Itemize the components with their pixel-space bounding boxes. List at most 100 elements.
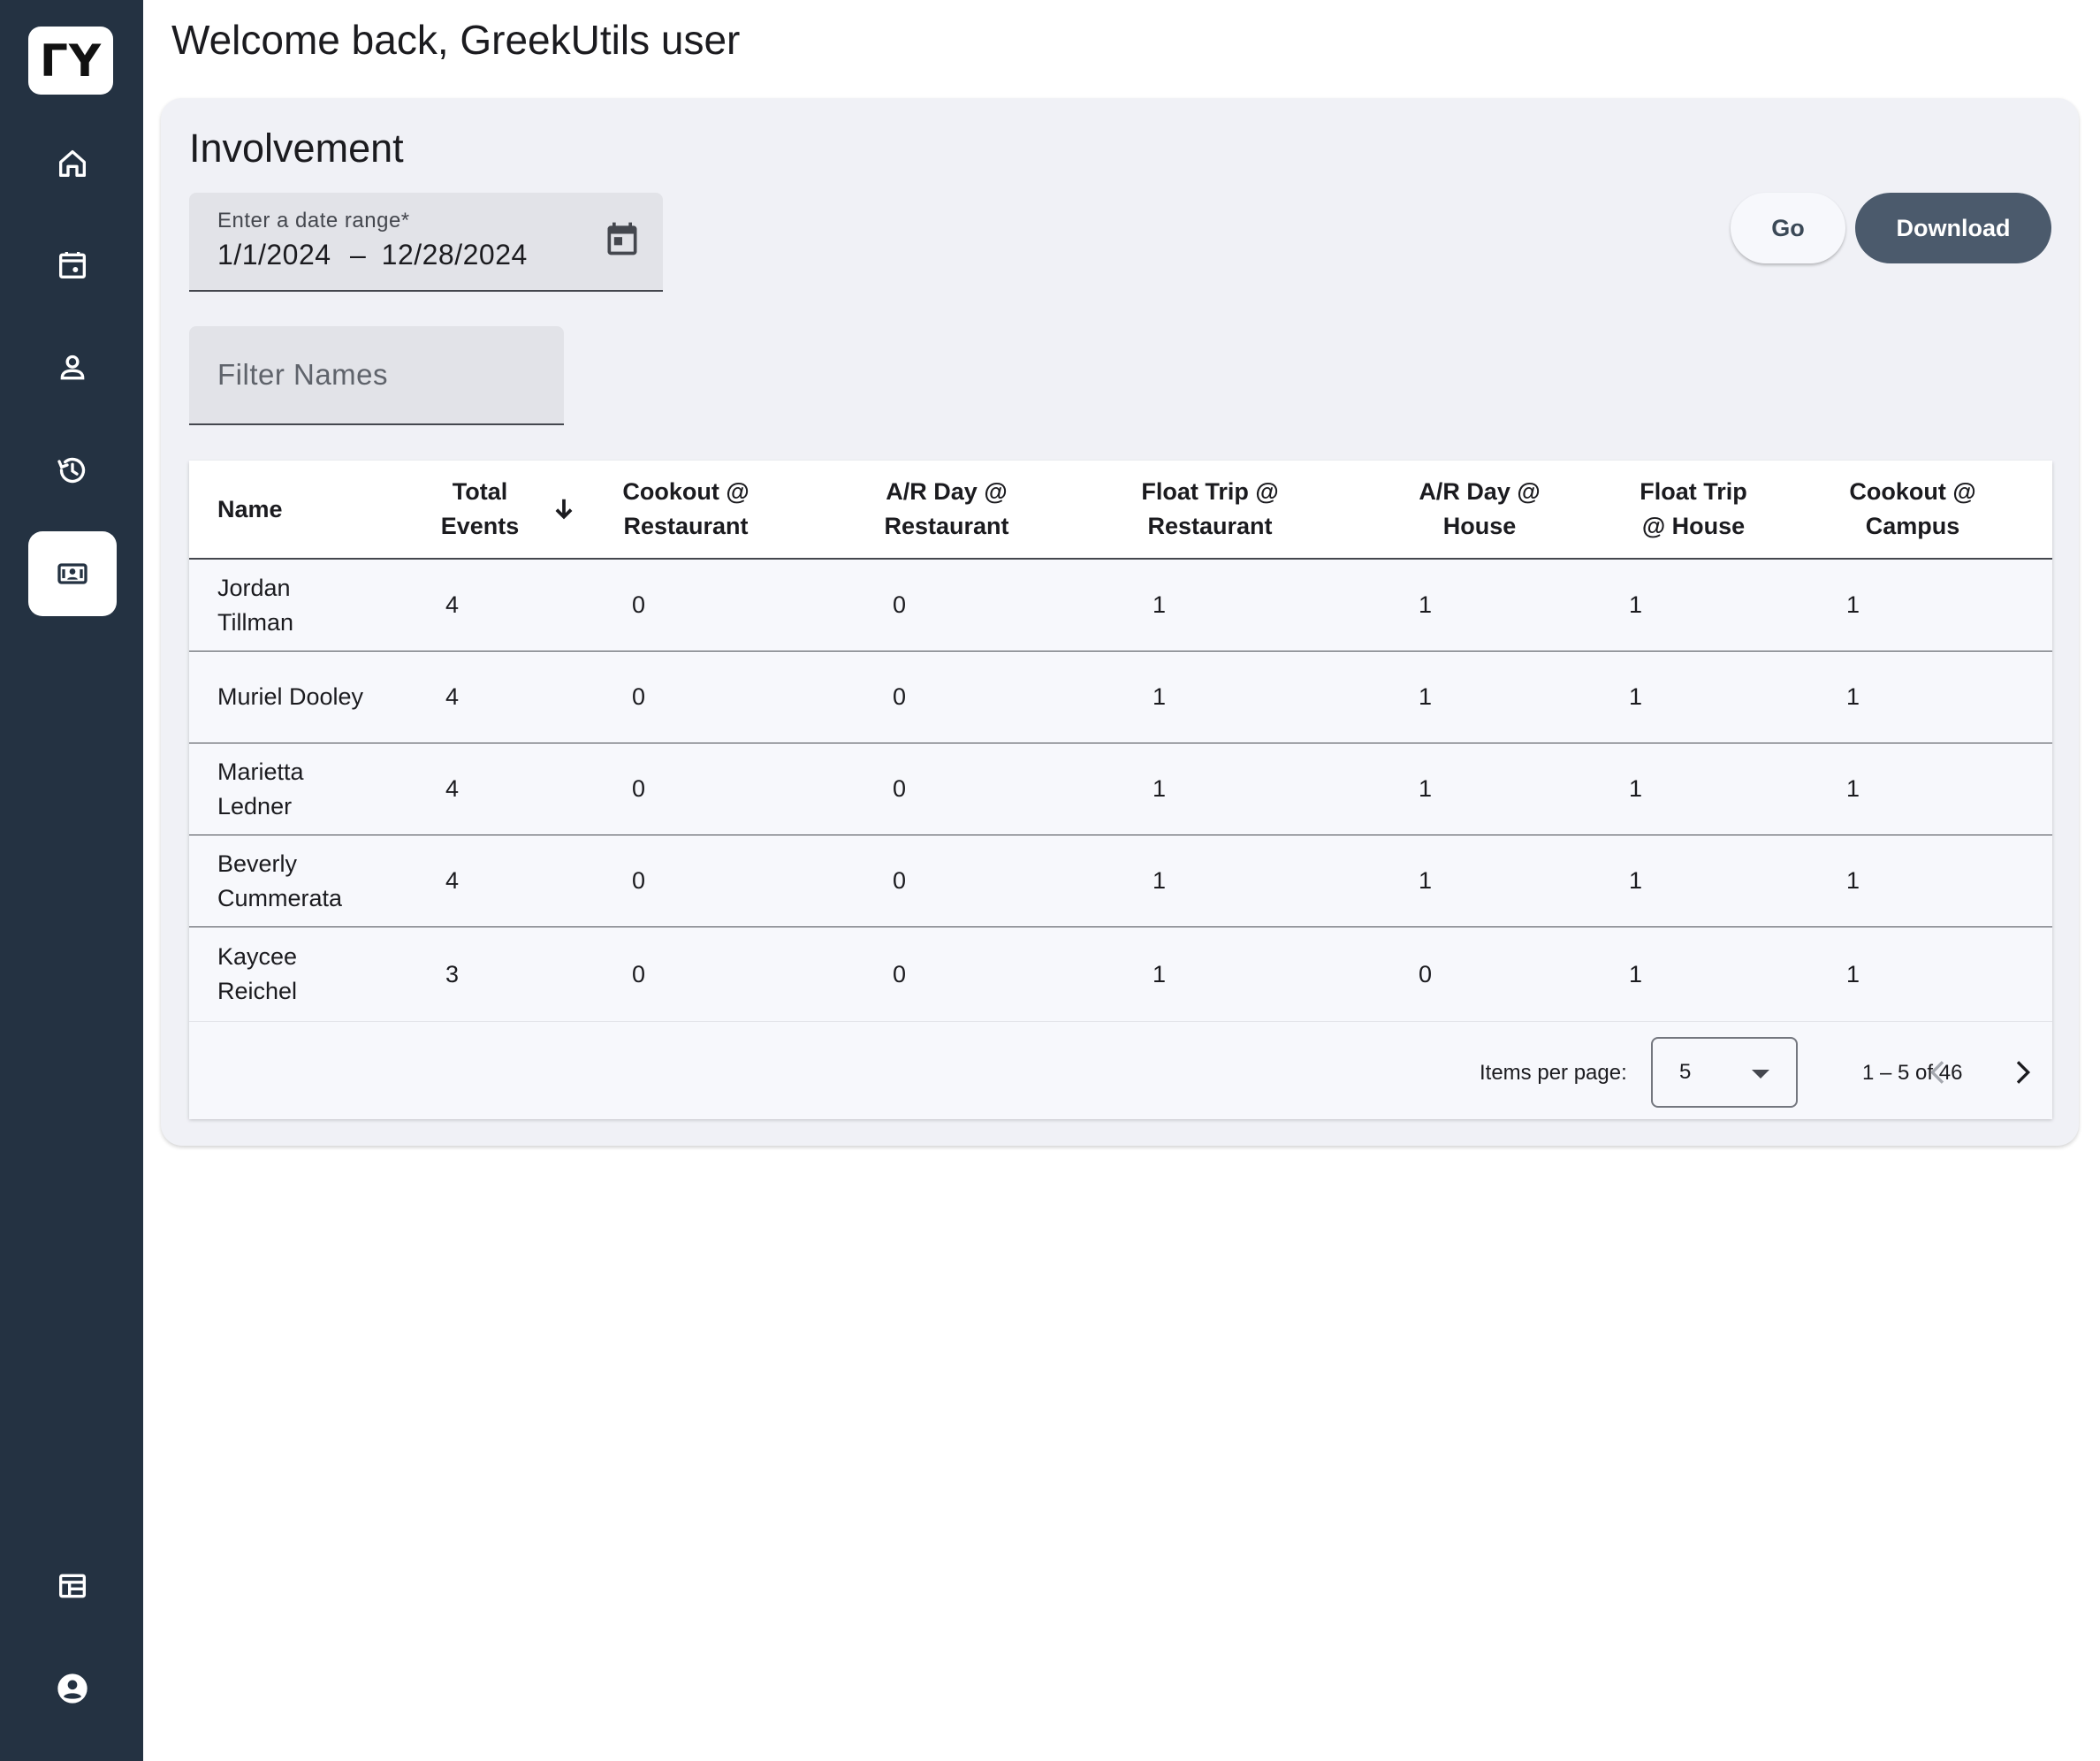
calendar-event-icon — [59, 252, 86, 278]
col-header-name-label: Name — [217, 495, 283, 522]
cell-name: Muriel Dooley — [217, 683, 364, 710]
cell-value: 0 — [632, 591, 646, 618]
cell-total-events: 3 — [445, 960, 460, 987]
col-header-label: A/R Day @ Restaurant — [884, 478, 1009, 539]
filter-names-field[interactable] — [189, 326, 564, 425]
col-header-total-events[interactable]: Total Events — [417, 461, 543, 558]
sidebar: ΓY — [0, 0, 143, 1761]
cell-value: 0 — [1419, 960, 1433, 987]
dropdown-caret-icon — [1752, 1070, 1769, 1079]
cell-value: 1 — [1153, 775, 1167, 802]
app-logo[interactable]: ΓY — [28, 27, 113, 95]
involvement-card: Involvement Enter a date range* 1/1/2024… — [161, 98, 2079, 1146]
cell-value: 1 — [1629, 960, 1643, 987]
chevron-right-icon — [2016, 1061, 2031, 1084]
cell-value: 1 — [1153, 683, 1167, 710]
col-header-ar-day-restaurant[interactable]: A/R Day @ Restaurant — [858, 461, 1035, 558]
col-header-label: Cookout @ Restaurant — [622, 478, 749, 539]
col-header-label: Total Events — [440, 478, 520, 539]
items-per-page-label: Items per page: — [1480, 1061, 1627, 1085]
calendar-icon[interactable] — [603, 219, 642, 258]
cell-value: 0 — [632, 775, 646, 802]
table-row[interactable]: Marietta Ledner 4 0 0 1 1 1 1 — [189, 743, 2052, 836]
nav-profile[interactable] — [28, 325, 117, 410]
table-row[interactable]: Jordan Tillman 4 0 0 1 1 1 1 — [189, 560, 2052, 652]
cell-name: Marietta Ledner — [217, 758, 304, 820]
account-circle-icon — [57, 1673, 88, 1704]
history-icon — [57, 457, 86, 484]
cell-value: 0 — [893, 867, 907, 894]
col-header-label: Cookout @ Campus — [1849, 478, 1976, 539]
col-header-float-trip-house[interactable]: Float Trip @ House — [1605, 461, 1782, 558]
cell-value: 0 — [893, 591, 907, 618]
cell-value: 0 — [632, 683, 646, 710]
cell-value: 1 — [1153, 960, 1167, 987]
table-row[interactable]: Muriel Dooley 4 0 0 1 1 1 1 — [189, 652, 2052, 744]
col-header-float-trip-restaurant[interactable]: Float Trip @ Restaurant — [1113, 461, 1307, 558]
next-page-button[interactable] — [2002, 1052, 2043, 1093]
go-button[interactable]: Go — [1731, 193, 1845, 263]
table-row[interactable]: Beverly Cummerata 4 0 0 1 1 1 1 — [189, 835, 2052, 928]
col-header-cookout-restaurant[interactable]: Cookout @ Restaurant — [597, 461, 774, 558]
nav-home[interactable] — [28, 121, 117, 206]
cell-value: 0 — [893, 683, 907, 710]
nav-account[interactable] — [28, 1646, 117, 1731]
person-icon — [60, 354, 85, 380]
page-size-select[interactable]: 5 — [1651, 1037, 1798, 1108]
nav-history[interactable] — [28, 428, 117, 513]
nav-involvement[interactable] — [28, 531, 117, 616]
col-header-label: Float Trip @ House — [1640, 478, 1747, 539]
sort-descending-icon[interactable] — [551, 496, 577, 522]
cell-value: 0 — [893, 960, 907, 987]
cell-value: 1 — [1419, 775, 1433, 802]
cell-value: 1 — [1419, 867, 1433, 894]
cell-value: 1 — [1629, 683, 1643, 710]
cell-value: 1 — [1629, 775, 1643, 802]
cell-name: Jordan Tillman — [217, 574, 294, 636]
date-range-separator: – — [349, 239, 367, 271]
nav-events[interactable] — [28, 223, 117, 308]
involvement-table: Name Total Events Cookout @ Restaurant A/R… — [189, 461, 2052, 1119]
nav-table-view[interactable] — [28, 1544, 117, 1628]
col-header-name[interactable]: Name — [217, 461, 350, 558]
cell-value: 1 — [1846, 683, 1860, 710]
cell-total-events: 4 — [445, 591, 460, 618]
cell-value: 1 — [1153, 591, 1167, 618]
cell-value: 1 — [1846, 775, 1860, 802]
date-range-start[interactable]: 1/1/2024 — [217, 239, 331, 271]
download-button[interactable]: Download — [1855, 193, 2051, 263]
col-header-ar-day-house[interactable]: A/R Day @ House — [1391, 461, 1568, 558]
date-range-label: Enter a date range* — [217, 209, 410, 233]
date-range-value[interactable]: 1/1/2024 – 12/28/2024 — [217, 239, 528, 271]
cell-total-events: 4 — [445, 867, 460, 894]
previous-page-button[interactable] — [1918, 1052, 1959, 1093]
col-header-label: A/R Day @ House — [1419, 478, 1541, 539]
page-size-value: 5 — [1679, 1060, 1692, 1084]
cell-value: 0 — [893, 775, 907, 802]
table-header: Name Total Events Cookout @ Restaurant A/R… — [189, 461, 2052, 560]
card-title: Involvement — [189, 126, 404, 171]
welcome-heading: Welcome back, GreekUtils user — [171, 17, 741, 63]
cell-value: 1 — [1629, 591, 1643, 618]
cell-value: 1 — [1846, 960, 1860, 987]
cell-value: 1 — [1846, 591, 1860, 618]
date-range-end[interactable]: 12/28/2024 — [382, 239, 528, 271]
home-icon — [59, 150, 87, 177]
date-range-field[interactable]: Enter a date range* 1/1/2024 – 12/28/202… — [189, 193, 663, 292]
cell-total-events: 4 — [445, 683, 460, 710]
col-header-cookout-campus[interactable]: Cookout @ Campus — [1824, 461, 2001, 558]
table-row[interactable]: Kaycee Reichel 3 0 0 1 0 1 1 — [189, 927, 2052, 1021]
paginator: Items per page: 5 1 – 5 of 46 — [189, 1021, 2052, 1119]
filter-names-input[interactable] — [189, 326, 564, 423]
cell-name: Kaycee Reichel — [217, 943, 298, 1004]
table-chart-icon — [59, 1574, 86, 1598]
logo-text: ΓY — [39, 34, 103, 87]
cell-value: 0 — [632, 867, 646, 894]
cell-value: 1 — [1629, 867, 1643, 894]
chevron-left-icon — [1929, 1061, 1944, 1084]
badge-id-icon — [57, 563, 88, 584]
cell-value: 0 — [632, 960, 646, 987]
cell-value: 1 — [1846, 867, 1860, 894]
cell-value: 1 — [1419, 591, 1433, 618]
cell-name: Beverly Cummerata — [217, 850, 343, 911]
